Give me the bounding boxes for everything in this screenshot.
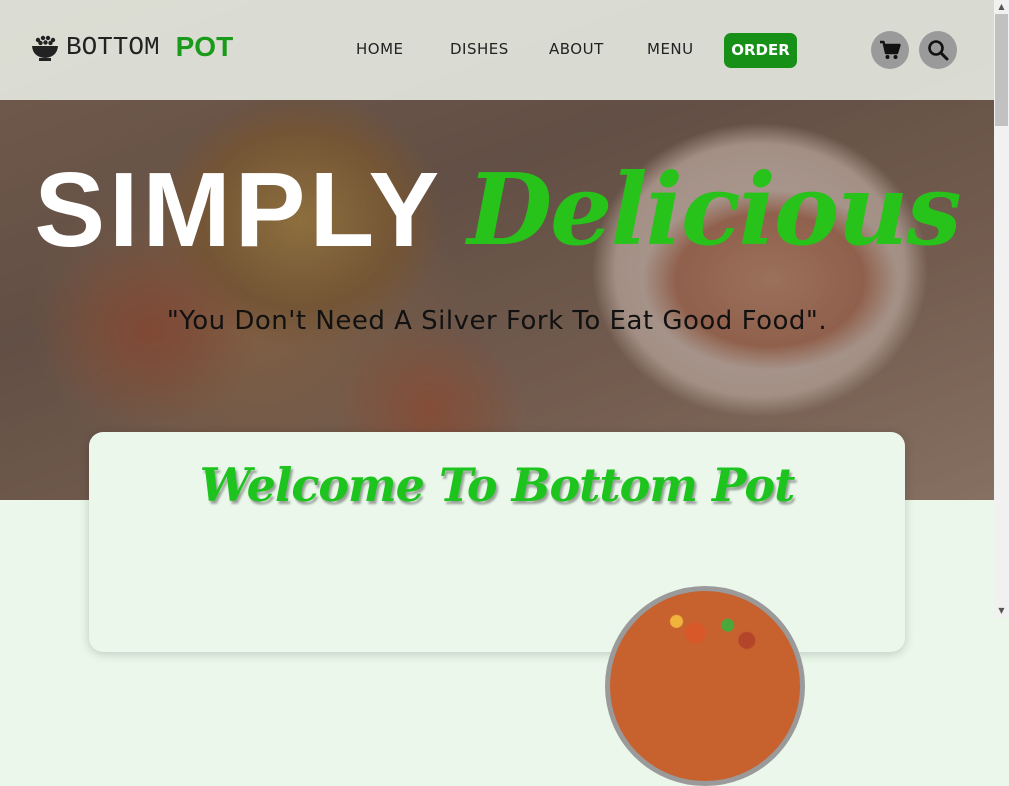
scroll-down-arrow-icon[interactable]: ▼ (994, 604, 1009, 618)
nav-home[interactable]: HOME (356, 40, 404, 58)
scroll-up-arrow-icon[interactable]: ▲ (994, 0, 1009, 14)
logo-text-bottom: BOTTOM (66, 32, 160, 62)
welcome-title: Welcome To Bottom Pot (199, 458, 796, 512)
dish-image (605, 586, 805, 786)
hero-title-simply: SIMPLY (34, 151, 444, 269)
cart-button[interactable] (871, 31, 909, 69)
hero-title-delicious: Delicious (467, 153, 961, 268)
hero-title: SIMPLY Delicious (0, 150, 994, 271)
site-logo[interactable]: BOTTOM POT (30, 31, 233, 63)
shopping-cart-icon (880, 40, 901, 59)
site-header: BOTTOM POT HOME DISHES ABOUT MENU ORDER (0, 0, 994, 100)
search-button[interactable] (919, 31, 957, 69)
nav-about[interactable]: ABOUT (549, 40, 604, 58)
scroll-thumb[interactable] (995, 14, 1008, 126)
logo-text-pot: POT (175, 31, 234, 62)
hero-quote: "You Don't Need A Silver Fork To Eat Goo… (166, 306, 828, 336)
page-scrollbar[interactable]: ▲ ▼ (994, 0, 1009, 618)
nav-dishes[interactable]: DISHES (450, 40, 509, 58)
nav-menu[interactable]: MENU (647, 40, 694, 58)
order-button[interactable]: ORDER (724, 33, 797, 68)
search-icon (928, 40, 949, 61)
rice-bowl-icon (32, 35, 58, 61)
